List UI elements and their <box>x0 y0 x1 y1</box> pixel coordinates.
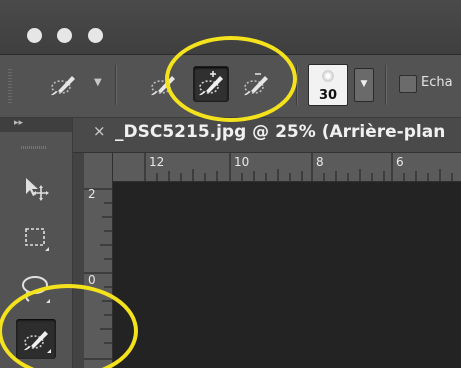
ruler-origin[interactable] <box>84 153 113 182</box>
ruler-label: 8 <box>316 155 324 169</box>
brush-picker-dropdown[interactable]: ▼ <box>354 68 374 102</box>
move-tool-icon[interactable] <box>22 174 50 202</box>
separator <box>115 65 116 105</box>
preset-dropdown-caret-icon[interactable]: ▼ <box>94 77 102 88</box>
options-bar-grip[interactable] <box>8 69 12 103</box>
document-tab[interactable]: × _DSC5215.jpg @ 25% (Arrière-plan <box>73 118 461 153</box>
document-canvas[interactable] <box>113 182 461 368</box>
brush-tip-icon <box>322 70 334 82</box>
photoshop-window: ▼ 30 ▼ Echa ▸▸ × _DSC5215.jpg @ 25% (Arr… <box>0 0 461 368</box>
highlight-circle-options <box>165 36 297 122</box>
collapse-toolbox-icon[interactable]: ▸▸ <box>14 118 23 128</box>
ruler-label: 2 <box>88 187 96 201</box>
sample-all-layers-checkbox[interactable] <box>399 75 417 93</box>
document-title: _DSC5215.jpg @ 25% (Arrière-plan <box>115 122 446 142</box>
close-window-button[interactable] <box>27 28 42 43</box>
ruler-label: 10 <box>234 155 250 169</box>
toolbox-header[interactable]: ▸▸ <box>0 118 72 132</box>
toolbox-grip[interactable] <box>21 146 47 149</box>
horizontal-ruler[interactable]: 12 10 8 6 <box>113 153 461 182</box>
close-document-icon[interactable]: × <box>93 122 106 140</box>
minimize-window-button[interactable] <box>57 28 72 43</box>
brush-size-preview[interactable]: 30 <box>308 64 348 106</box>
horizontal-ruler-ticks <box>144 153 453 181</box>
ruler-label: 12 <box>149 155 165 169</box>
ruler-label: 0 <box>88 273 96 287</box>
quick-selection-preset-icon[interactable] <box>48 69 78 99</box>
zoom-window-button[interactable] <box>88 28 103 43</box>
separator <box>385 65 386 105</box>
ruler-label: 6 <box>396 155 404 169</box>
brush-size-value: 30 <box>318 88 338 103</box>
sample-all-layers-label: Echa <box>421 75 453 90</box>
rectangular-marquee-tool-icon[interactable] <box>22 224 50 252</box>
